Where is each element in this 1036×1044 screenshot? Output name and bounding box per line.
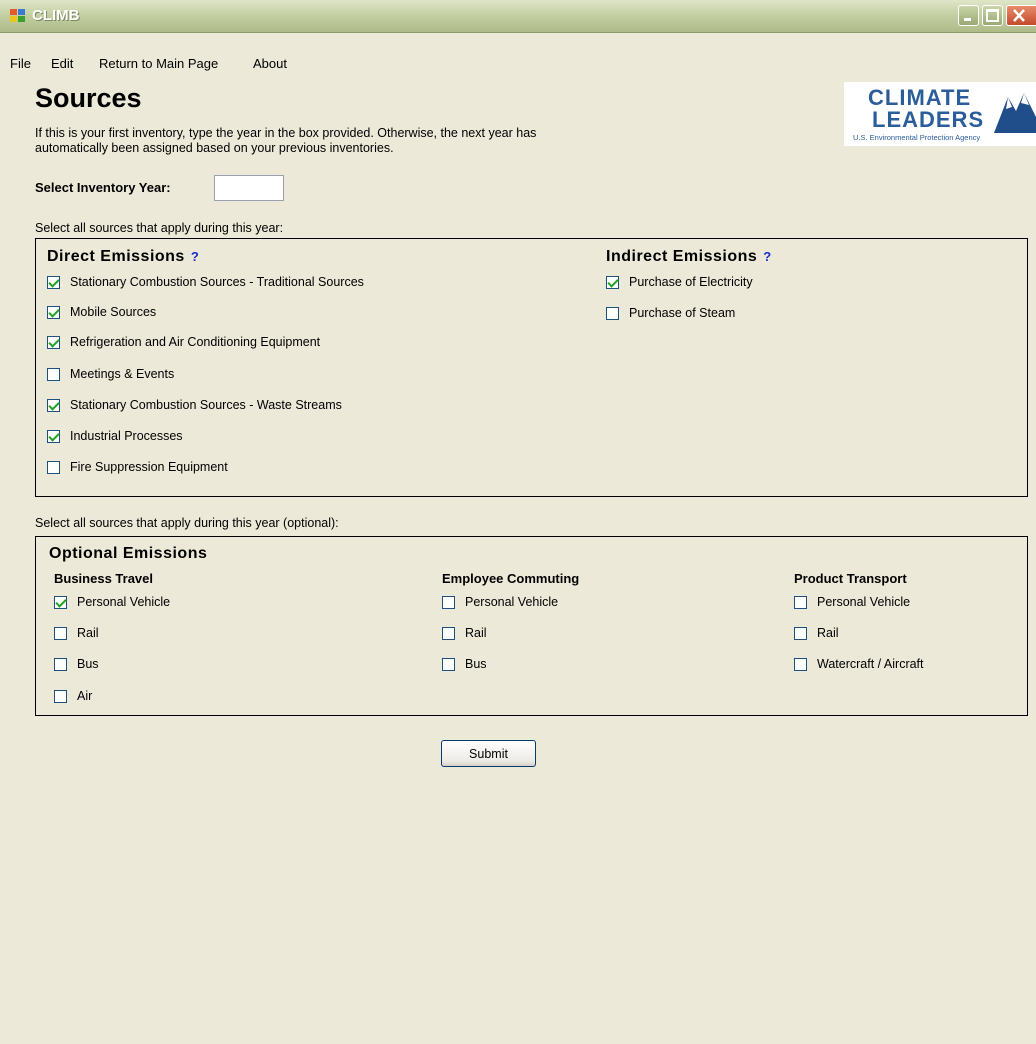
- label-commuting-bus: Bus: [465, 657, 487, 671]
- checkbox-commuting-bus[interactable]: [442, 658, 455, 671]
- checkbox-purchase-steam[interactable]: [606, 307, 619, 320]
- direct-indirect-group: Direct Emissions? Stationary Combustion …: [35, 238, 1028, 497]
- app-icon: [10, 9, 26, 23]
- checkbox-commuting-rail[interactable]: [442, 627, 455, 640]
- label-meetings-events: Meetings & Events: [70, 367, 175, 381]
- label-transport-personal-vehicle: Personal Vehicle: [817, 595, 911, 609]
- label-industrial-processes: Industrial Processes: [70, 429, 183, 443]
- employee-commuting-heading: Employee Commuting: [442, 571, 580, 586]
- label-stationary-waste: Stationary Combustion Sources - Waste St…: [70, 398, 342, 412]
- checkbox-commuting-personal-vehicle[interactable]: [442, 596, 455, 609]
- menu-bar: File Edit Return to Main Page About: [0, 54, 1036, 76]
- checkbox-purchase-electricity[interactable]: [606, 276, 619, 289]
- close-icon: [1013, 9, 1025, 22]
- direct-emissions-title: Direct Emissions?: [47, 248, 199, 266]
- maximize-icon: [986, 9, 999, 22]
- intro-text: If this is your first inventory, type th…: [35, 126, 655, 156]
- inventory-year-label: Select Inventory Year:: [35, 180, 171, 195]
- label-stationary-traditional: Stationary Combustion Sources - Traditio…: [70, 275, 364, 289]
- indirect-help-icon[interactable]: ?: [763, 249, 771, 264]
- label-transport-watercraft-aircraft: Watercraft / Aircraft: [817, 657, 924, 671]
- checkbox-business-rail[interactable]: [54, 627, 67, 640]
- optional-emissions-title: Optional Emissions: [49, 545, 208, 562]
- climate-leaders-logo: CLIMATE LEADERS U.S. Environmental Prote…: [844, 82, 1036, 146]
- checkbox-transport-personal-vehicle[interactable]: [794, 596, 807, 609]
- minimize-button[interactable]: [958, 5, 979, 26]
- label-fire-suppression: Fire Suppression Equipment: [70, 460, 228, 474]
- title-bar[interactable]: CLIMB: [0, 0, 1036, 33]
- submit-button[interactable]: Submit: [441, 740, 536, 767]
- logo-line-3: U.S. Environmental Protection Agency: [853, 133, 981, 142]
- label-purchase-electricity: Purchase of Electricity: [629, 275, 753, 289]
- indirect-emissions-title: Indirect Emissions?: [606, 248, 772, 266]
- checkbox-stationary-waste[interactable]: [47, 399, 60, 412]
- direct-help-icon[interactable]: ?: [191, 249, 199, 264]
- checkbox-industrial-processes[interactable]: [47, 430, 60, 443]
- label-commuting-personal-vehicle: Personal Vehicle: [465, 595, 559, 609]
- checkbox-refrigeration[interactable]: [47, 336, 60, 349]
- indirect-emissions-label: Indirect Emissions: [606, 248, 758, 265]
- business-travel-heading: Business Travel: [54, 571, 153, 586]
- checkbox-business-air[interactable]: [54, 690, 67, 703]
- label-refrigeration: Refrigeration and Air Conditioning Equip…: [70, 335, 321, 349]
- minimize-icon: [964, 18, 971, 21]
- intro-line-2: automatically been assigned based on you…: [35, 141, 394, 155]
- logo-line-2: LEADERS: [872, 107, 985, 132]
- menu-about[interactable]: About: [253, 56, 287, 71]
- product-transport-heading: Product Transport: [794, 571, 907, 586]
- label-purchase-steam: Purchase of Steam: [629, 306, 736, 320]
- intro-line-1: If this is your first inventory, type th…: [35, 126, 537, 140]
- required-sources-note: Select all sources that apply during thi…: [35, 221, 284, 235]
- checkbox-meetings-events[interactable]: [47, 368, 60, 381]
- label-transport-rail: Rail: [817, 626, 839, 640]
- menu-return-to-main-page[interactable]: Return to Main Page: [99, 56, 218, 71]
- window-title: CLIMB: [32, 7, 80, 24]
- mountain-logo-icon: [994, 93, 1036, 133]
- checkbox-transport-watercraft-aircraft[interactable]: [794, 658, 807, 671]
- direct-emissions-label: Direct Emissions: [47, 248, 185, 265]
- menu-edit[interactable]: Edit: [51, 56, 73, 71]
- maximize-button[interactable]: [982, 5, 1003, 26]
- window-frame: [0, 32, 8, 1044]
- menu-file[interactable]: File: [10, 56, 31, 71]
- checkbox-mobile-sources[interactable]: [47, 306, 60, 319]
- checkbox-business-bus[interactable]: [54, 658, 67, 671]
- label-business-personal-vehicle: Personal Vehicle: [77, 595, 171, 609]
- app-window: CLIMB File Edit Return to Main Page Abou…: [0, 0, 1036, 1044]
- checkbox-transport-rail[interactable]: [794, 627, 807, 640]
- label-business-air: Air: [77, 689, 93, 703]
- label-business-bus: Bus: [77, 657, 99, 671]
- page-title: Sources: [35, 83, 142, 113]
- checkbox-stationary-traditional[interactable]: [47, 276, 60, 289]
- label-commuting-rail: Rail: [465, 626, 487, 640]
- checkbox-fire-suppression[interactable]: [47, 461, 60, 474]
- label-mobile-sources: Mobile Sources: [70, 305, 157, 319]
- close-button[interactable]: [1006, 5, 1036, 26]
- checkbox-business-personal-vehicle[interactable]: [54, 596, 67, 609]
- optional-emissions-group: Optional Emissions Business Travel Perso…: [35, 536, 1028, 716]
- optional-sources-note: Select all sources that apply during thi…: [35, 516, 339, 530]
- label-business-rail: Rail: [77, 626, 99, 640]
- inventory-year-input[interactable]: [214, 175, 284, 201]
